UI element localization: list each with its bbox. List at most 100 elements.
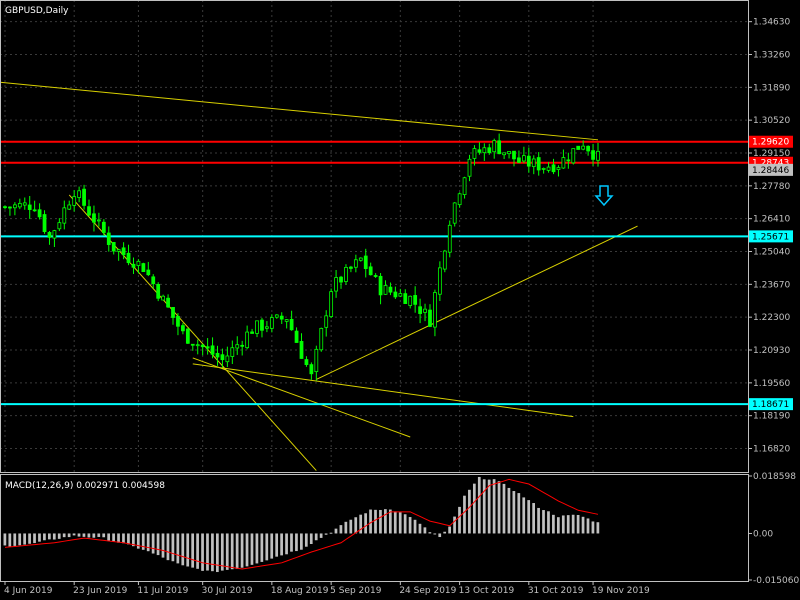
candle-body [195, 344, 200, 347]
price-tick-label: 1.22300 [753, 313, 790, 323]
macd-bar [161, 533, 165, 558]
level-label: 1.25671 [752, 232, 789, 242]
macd-bar [443, 531, 447, 534]
candle-body [457, 193, 462, 206]
candle-body [329, 291, 334, 317]
price-tick-label: 1.25040 [753, 248, 790, 258]
candle-body [245, 331, 250, 349]
macd-bar [196, 533, 199, 569]
time-tick-label: 23 Jun 2019 [73, 586, 127, 596]
candle-body [284, 319, 289, 322]
macd-bar [527, 500, 531, 534]
candle-body [250, 331, 254, 334]
macd-bar [561, 515, 565, 534]
macd-bar [398, 512, 402, 534]
candle-body [363, 255, 368, 269]
macd-bar [280, 533, 283, 556]
candle-body [136, 260, 141, 266]
macd-bar [492, 479, 496, 534]
candle-body [13, 204, 17, 209]
macd-tick-label: 0.00 [753, 529, 773, 539]
macd-bar [537, 507, 540, 534]
candle-body [428, 309, 432, 327]
price-tick-label: 1.31890 [753, 83, 790, 93]
macd-bar [18, 533, 22, 546]
macd-bar [225, 533, 229, 570]
macd-bar [354, 517, 358, 534]
macd-bar [220, 533, 224, 571]
macd-bar [181, 533, 185, 566]
macd-bar [448, 526, 451, 534]
macd-bar [576, 514, 580, 534]
level-label: 1.18671 [752, 400, 789, 410]
candle-body [521, 155, 526, 162]
macd-bar [458, 506, 461, 534]
macd-bar [33, 533, 36, 544]
macd-bar [408, 517, 412, 534]
macd-tick-label: -0.015060 [753, 576, 799, 586]
candle-body [566, 159, 571, 162]
time-tick-label: 19 Nov 2019 [592, 586, 650, 596]
candle-body [576, 145, 581, 150]
candle-body [541, 168, 546, 170]
candle-body [383, 285, 388, 295]
macd-bar [438, 533, 442, 538]
macd-bar [62, 533, 66, 538]
macd-bar [52, 533, 56, 540]
macd-bar [542, 510, 545, 534]
chart-canvas[interactable]: 1.346301.332601.318901.305201.291501.277… [0, 0, 800, 600]
candle-body [200, 344, 205, 348]
candle-body [324, 315, 329, 328]
macd-bar [230, 533, 234, 570]
candle-body [452, 202, 457, 224]
time-tick-label: 5 Sep 2019 [330, 586, 382, 596]
macd-bar [57, 533, 61, 539]
macd-bar [324, 533, 328, 535]
macd-bar [235, 533, 239, 569]
macd-bar [319, 533, 323, 538]
price-tick-label: 1.34630 [753, 18, 790, 28]
macd-bar [300, 533, 303, 550]
price-tick-label: 1.26410 [753, 215, 790, 225]
candle-body [467, 158, 472, 177]
candle-body [413, 295, 418, 305]
macd-bar [472, 483, 476, 534]
candle-body [462, 177, 467, 195]
macd-bar [206, 533, 209, 571]
candle-body [353, 259, 358, 268]
macd-bar [522, 497, 526, 534]
candle-body [97, 219, 101, 222]
macd-bar [191, 533, 195, 568]
candle-body [22, 202, 27, 206]
macd-bar [329, 532, 333, 534]
macd-bar [23, 533, 27, 545]
time-tick-label: 31 Oct 2019 [528, 586, 584, 596]
price-tick-label: 1.18190 [753, 412, 790, 422]
macd-bar [77, 533, 81, 537]
macd-bar [122, 533, 125, 544]
macd-bar [127, 533, 130, 545]
candle-body [111, 241, 116, 252]
candle-body [17, 203, 22, 208]
macd-bar [3, 533, 7, 546]
time-tick-label: 24 Sep 2019 [399, 586, 456, 596]
candle-body [57, 222, 62, 230]
macd-bar [581, 516, 585, 534]
candle-body [423, 308, 427, 313]
candle-body [349, 266, 353, 269]
time-tick-label: 11 Jul 2019 [137, 586, 188, 596]
time-tick-label: 30 Jul 2019 [202, 586, 253, 596]
macd-bar [586, 518, 590, 534]
candle-body [72, 196, 77, 206]
macd-bar [517, 493, 521, 534]
macd-bar [309, 533, 313, 545]
macd-bar [166, 533, 170, 561]
price-tick-label: 1.20930 [753, 346, 790, 356]
price-tick-label: 1.33260 [753, 50, 790, 60]
candle-body [299, 341, 304, 359]
price-tick-label: 1.30520 [753, 116, 790, 126]
macd-bar [255, 533, 259, 564]
macd-bar [532, 503, 535, 534]
macd-bar [487, 479, 491, 534]
candle-body [561, 157, 566, 169]
